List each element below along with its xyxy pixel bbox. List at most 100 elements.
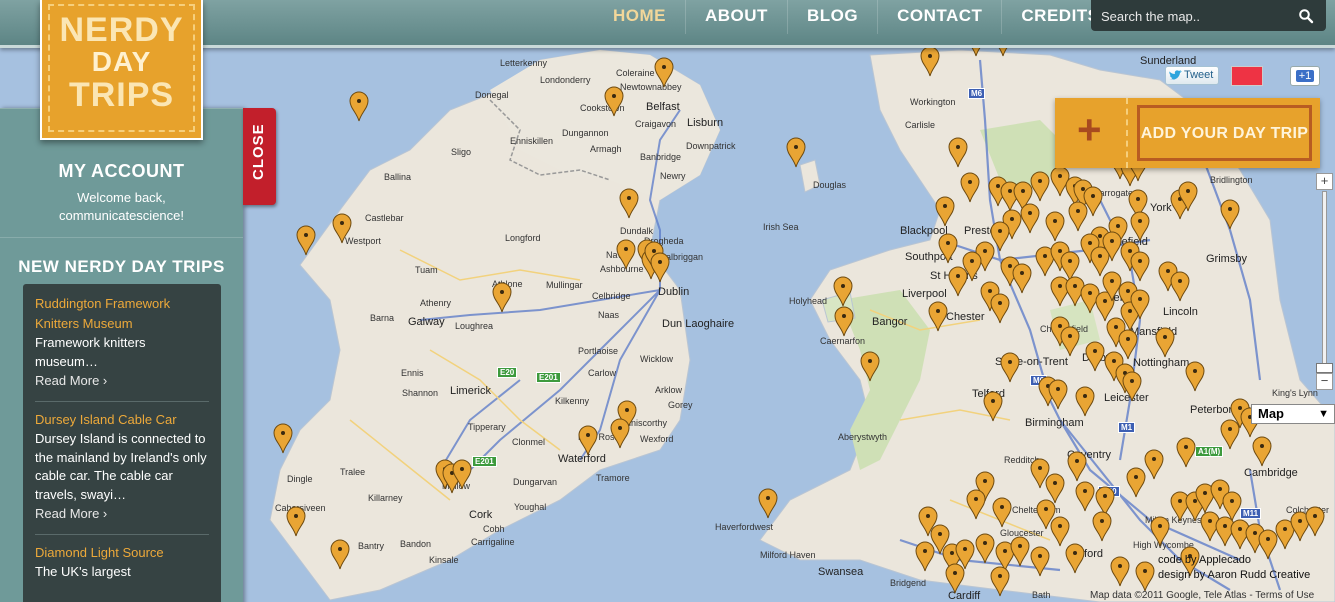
place-label: Coleraine [616,68,655,78]
close-sidebar-tab[interactable]: CLOSE [243,108,276,205]
nav-contact[interactable]: CONTACT [877,0,1001,34]
user-avatar[interactable] [1231,66,1263,86]
zoom-slider-handle[interactable] [1316,363,1333,373]
zoom-slider-track[interactable] [1322,191,1327,377]
map-marker-icon[interactable] [1175,436,1197,468]
nav-home[interactable]: HOME [594,0,685,34]
trip-description: Framework knitters museum… [35,335,146,369]
search-icon[interactable] [1298,8,1314,24]
map-marker-icon[interactable] [1134,560,1156,592]
map-marker-icon[interactable] [1029,545,1051,577]
trip-title-link[interactable]: Diamond Light Source [35,543,209,563]
map-marker-icon[interactable] [1047,378,1069,410]
site-logo[interactable]: NERDY DAY TRIPS [40,0,203,140]
map-marker-icon[interactable] [285,505,307,537]
map-marker-icon[interactable] [1059,325,1081,357]
place-label: Dublin [658,286,690,298]
map-marker-icon[interactable] [937,232,959,264]
map-marker-icon[interactable] [1074,385,1096,417]
map-marker-icon[interactable] [615,238,637,270]
map-marker-icon[interactable] [999,351,1021,383]
map-marker-icon[interactable] [974,532,996,564]
map-marker-icon[interactable] [1251,435,1273,467]
map-marker-icon[interactable] [989,292,1011,324]
place-label: Cobh [483,524,505,534]
map-marker-icon[interactable] [272,422,294,454]
map-marker-icon[interactable] [331,212,353,244]
my-account-title[interactable]: MY ACCOUNT [0,161,243,182]
map-marker-icon[interactable] [649,251,671,283]
map-marker-icon[interactable] [653,56,675,88]
nav-blog[interactable]: BLOG [786,0,877,34]
road-shield: E201 [536,372,561,383]
map-marker-icon[interactable] [1149,515,1171,547]
map-marker-icon[interactable] [491,281,513,313]
code-credit[interactable]: code by Applecado [1158,553,1310,568]
place-label: Swansea [818,566,864,578]
map-marker-icon[interactable] [1074,480,1096,512]
map-marker-icon[interactable] [832,275,854,307]
map-type-select[interactable]: Map ▼ [1251,404,1335,424]
map-marker-icon[interactable] [989,565,1011,597]
zoom-in-button[interactable]: + [1316,173,1333,190]
map-marker-icon[interactable] [833,305,855,337]
map-marker-icon[interactable] [859,350,881,382]
map-marker-icon[interactable] [1154,326,1176,358]
trip-title-link[interactable]: Ruddington Framework Knitters Museum [35,294,209,334]
nav-about[interactable]: ABOUT [685,0,787,34]
map-marker-icon[interactable] [1029,170,1051,202]
map-marker-icon[interactable] [348,90,370,122]
map-marker-icon[interactable] [1169,270,1191,302]
map-marker-icon[interactable] [451,458,473,490]
zoom-out-button[interactable]: − [1316,373,1333,390]
map-marker-icon[interactable] [757,487,779,519]
map-marker-icon[interactable] [947,136,969,168]
map-marker-icon[interactable] [947,265,969,297]
map-marker-icon[interactable] [982,390,1004,422]
map-marker-icon[interactable] [1184,360,1206,392]
design-credit[interactable]: design by Aaron Rudd Creative [1158,568,1310,583]
place-label: Clonmel [512,437,546,447]
add-day-trip-button[interactable]: + ADD YOUR DAY TRIP [1055,98,1320,168]
map-marker-icon[interactable] [1109,555,1131,587]
read-more-link[interactable]: Read More › [35,371,209,391]
map-marker-icon[interactable] [1129,210,1151,242]
place-label: Armagh [590,144,622,154]
map-marker-icon[interactable] [1011,262,1033,294]
map-marker-icon[interactable] [1125,466,1147,498]
map-marker-icon[interactable] [1009,535,1031,567]
map-marker-icon[interactable] [991,496,1013,528]
map-marker-icon[interactable] [944,562,966,594]
map-marker-icon[interactable] [914,540,936,572]
map-marker-icon[interactable] [1091,510,1113,542]
read-more-link[interactable]: Read More › [35,504,209,524]
map-marker-icon[interactable] [965,488,987,520]
map-marker-icon[interactable] [1064,542,1086,574]
tweet-button[interactable]: Tweet [1165,66,1219,85]
map-marker-icon[interactable] [329,538,351,570]
search-input[interactable] [1101,6,1291,26]
map-marker-icon[interactable] [1129,250,1151,282]
map-marker-icon[interactable] [1304,505,1326,537]
map-marker-icon[interactable] [609,417,631,449]
trip-title-link[interactable]: Dursey Island Cable Car [35,410,209,430]
map-marker-icon[interactable] [1066,450,1088,482]
map-marker-icon[interactable] [1219,198,1241,230]
map-marker-icon[interactable] [618,187,640,219]
place-label: Galway [408,316,445,328]
map-marker-icon[interactable] [577,424,599,456]
plusone-button[interactable]: +1 [1290,66,1320,86]
map-marker-icon[interactable] [785,136,807,168]
map-marker-icon[interactable] [1044,210,1066,242]
map-marker-icon[interactable] [959,171,981,203]
map-marker-icon[interactable] [295,224,317,256]
map-marker-icon[interactable] [1067,200,1089,232]
map-marker-icon[interactable] [1121,370,1143,402]
map-marker-icon[interactable] [1219,418,1241,450]
map-marker-icon[interactable] [1129,288,1151,320]
map-marker-icon[interactable] [603,85,625,117]
map-marker-icon[interactable] [927,300,949,332]
map-marker-icon[interactable] [934,195,956,227]
map-marker-icon[interactable] [919,45,941,77]
map-marker-icon[interactable] [1177,180,1199,212]
